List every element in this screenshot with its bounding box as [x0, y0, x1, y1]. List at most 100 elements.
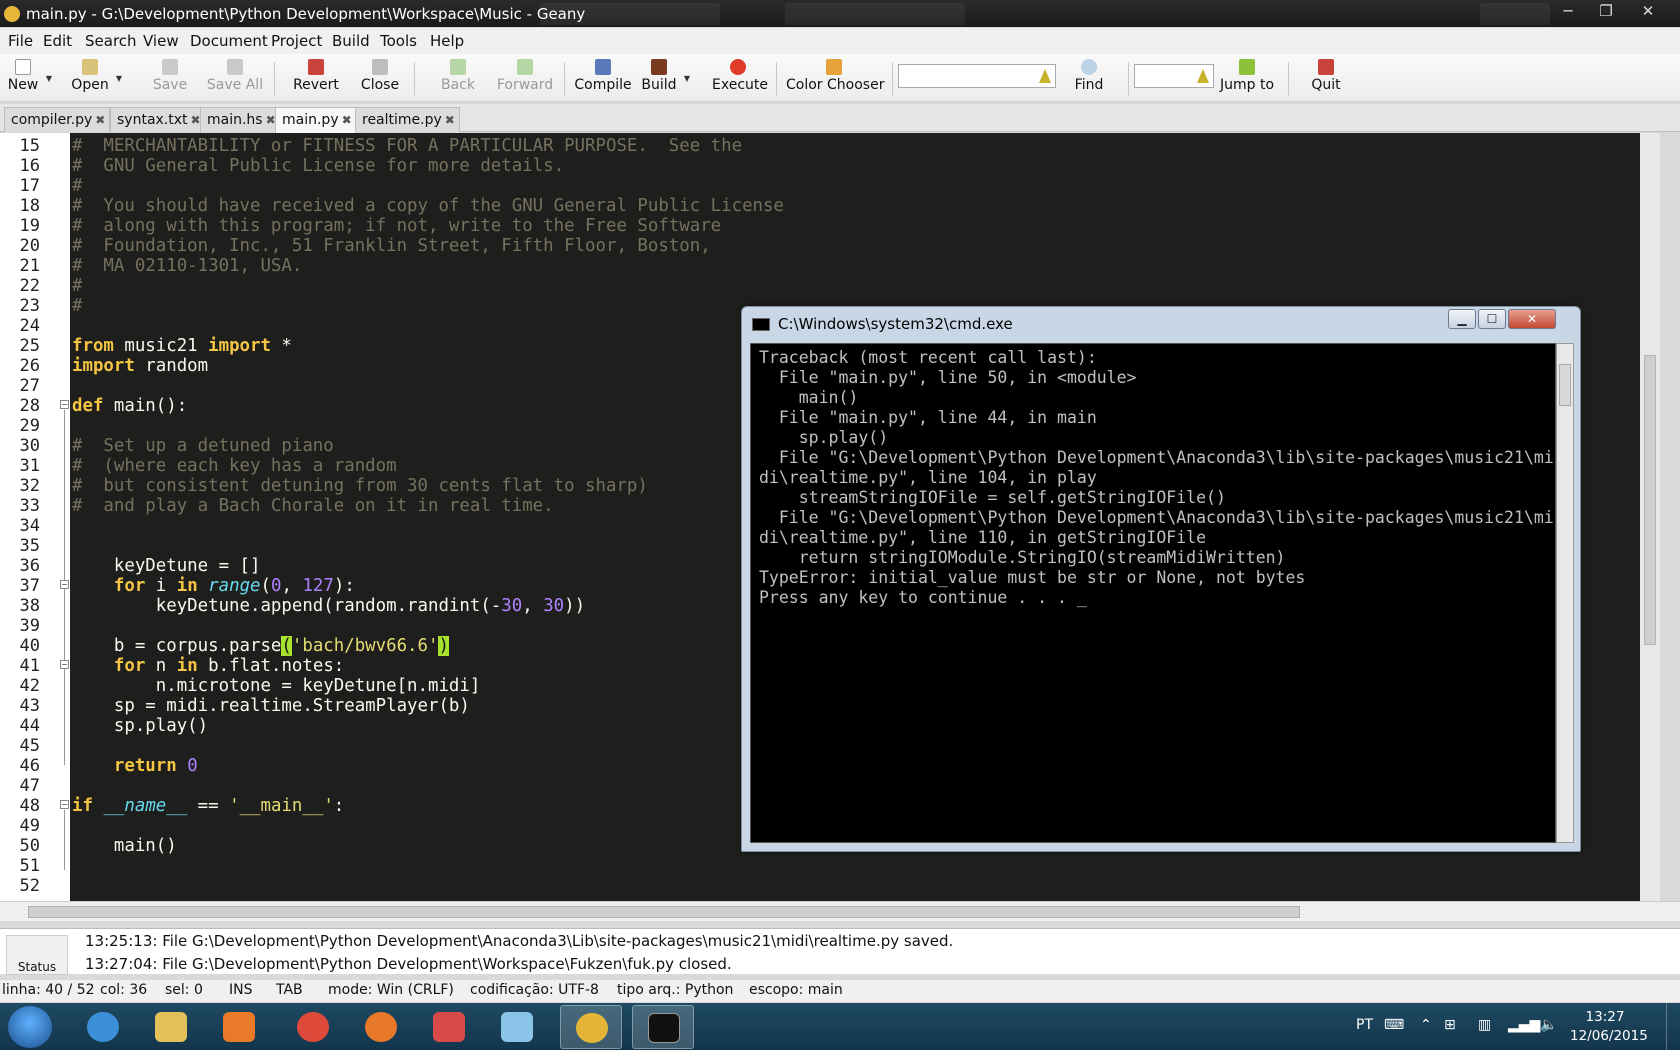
scrollbar-thumb[interactable] — [1644, 355, 1656, 645]
show-hidden-icons-icon[interactable]: ⌃ — [1420, 1017, 1432, 1033]
menu-help[interactable]: Help — [430, 32, 464, 50]
tab-main-hs[interactable]: main.hs ✖ — [200, 107, 281, 132]
quit-button[interactable]: Quit — [1308, 56, 1344, 100]
chevron-down-icon[interactable]: ▼ — [46, 74, 52, 83]
volume-icon[interactable]: 🔈 — [1540, 1017, 1557, 1033]
editor-horizontal-scrollbar[interactable] — [0, 901, 1680, 921]
menu-file[interactable]: File — [8, 32, 33, 50]
color-palette-icon — [826, 59, 842, 75]
line-number: 27 — [19, 376, 40, 396]
code-line: # Foundation, Inc., 51 Franklin Street, … — [72, 236, 711, 256]
line-number: 51 — [19, 856, 40, 876]
save-button[interactable]: Save — [152, 56, 188, 100]
line-number: 16 — [19, 156, 40, 176]
close-button[interactable]: Close — [360, 56, 400, 100]
language-indicator[interactable]: PT — [1356, 1017, 1373, 1033]
compile-button[interactable]: Compile — [574, 56, 632, 100]
menu-search[interactable]: Search — [85, 32, 137, 50]
folder-icon — [155, 1012, 187, 1042]
new-button[interactable]: New ▼ — [6, 56, 52, 100]
fold-marker-icon[interactable]: − — [60, 800, 69, 809]
forward-arrow-icon — [517, 59, 533, 75]
console-output[interactable]: Traceback (most recent call last): File … — [750, 343, 1556, 843]
tab-syntax-txt[interactable]: syntax.txt ✖ — [110, 107, 206, 132]
minimize-icon[interactable]: ─ — [1550, 0, 1586, 24]
cmd-maximize-button[interactable]: ☐ — [1478, 309, 1506, 329]
jump-to-line-input[interactable] — [1134, 64, 1214, 88]
revert-button[interactable]: Revert — [292, 56, 340, 100]
fold-marker-icon[interactable]: − — [60, 400, 69, 409]
taskbar-calculator[interactable] — [418, 1005, 480, 1049]
line-number: 40 — [19, 636, 40, 656]
clock[interactable]: 13:27 12/06/2015 — [1570, 1008, 1648, 1046]
maximize-icon[interactable]: ❐ — [1588, 0, 1624, 24]
open-button[interactable]: Open ▼ — [70, 56, 122, 100]
jump-to-button[interactable]: Jump to — [1218, 56, 1276, 100]
taskbar-file-explorer[interactable] — [140, 1005, 202, 1049]
menu-view[interactable]: View — [143, 32, 179, 50]
line-number: 36 — [19, 556, 40, 576]
forward-button[interactable]: Forward — [496, 56, 554, 100]
close-tab-icon[interactable]: ✖ — [342, 113, 352, 127]
menu-project[interactable]: Project — [271, 32, 322, 50]
close-tab-icon[interactable]: ✖ — [445, 113, 455, 127]
code-line: def main(): — [72, 396, 188, 416]
code-line: keyDetune = [] — [72, 556, 261, 576]
execute-button[interactable]: Execute — [712, 56, 768, 100]
menu-document[interactable]: Document — [190, 32, 268, 50]
search-input[interactable] — [898, 64, 1056, 88]
tab-realtime-py[interactable]: realtime.py ✖ — [355, 107, 460, 132]
cmd-window[interactable]: C:\Windows\system32\cmd.exe ▁ ☐ ✕ Traceb… — [741, 306, 1581, 852]
menu-edit[interactable]: Edit — [43, 32, 72, 50]
taskbar-internet-explorer[interactable] — [72, 1005, 134, 1049]
line-number: 31 — [19, 456, 40, 476]
menu-build[interactable]: Build — [332, 32, 370, 50]
taskbar-media-player[interactable] — [208, 1005, 270, 1049]
status-col: col: 36 — [100, 982, 148, 998]
clear-icon[interactable] — [1039, 69, 1051, 83]
code-line: # MERCHANTABILITY or FITNESS FOR A PARTI… — [72, 136, 743, 156]
chevron-down-icon[interactable]: ▼ — [684, 74, 690, 83]
start-button[interactable] — [8, 1006, 52, 1048]
line-number: 33 — [19, 496, 40, 516]
cmd-minimize-button[interactable]: ▁ — [1448, 309, 1476, 329]
menu-tools[interactable]: Tools — [380, 32, 417, 50]
code-line: for i in range(0, 127): — [113, 576, 355, 596]
taskbar-notepad[interactable] — [486, 1005, 548, 1049]
color-chooser-button[interactable]: Color Chooser — [786, 56, 884, 100]
close-window-icon[interactable]: ✕ — [1630, 0, 1666, 24]
taskbar-chrome[interactable] — [282, 1005, 344, 1049]
network-icon[interactable]: ▥ — [1478, 1017, 1491, 1033]
editor-vertical-scrollbar[interactable] — [1640, 133, 1660, 901]
cmd-vertical-scrollbar[interactable] — [1556, 343, 1574, 843]
line-number: 18 — [19, 196, 40, 216]
menu-bar: File Edit Search View Document Project B… — [0, 28, 1680, 54]
tab-status[interactable]: Status — [6, 935, 68, 975]
save-all-button[interactable]: Save All — [206, 56, 264, 100]
cmd-close-button[interactable]: ✕ — [1508, 309, 1556, 329]
fold-marker-icon[interactable]: − — [60, 660, 69, 669]
fold-marker-icon[interactable]: − — [60, 580, 69, 589]
taskbar-firefox[interactable] — [350, 1005, 412, 1049]
back-button[interactable]: Back — [440, 56, 476, 100]
keyboard-icon[interactable]: ⌨ — [1384, 1017, 1404, 1033]
tab-main-py[interactable]: main.py ✖ — [275, 107, 357, 133]
background-window-ghost — [1480, 3, 1550, 25]
code-line: return 0 — [113, 756, 198, 776]
line-number: 23 — [19, 296, 40, 316]
chevron-down-icon[interactable]: ▼ — [116, 74, 122, 83]
find-button[interactable]: Find — [1072, 56, 1106, 100]
code-line: for n in b.flat.notes: — [113, 656, 345, 676]
build-button[interactable]: Build ▼ — [640, 56, 690, 100]
close-tab-icon[interactable]: ✖ — [95, 113, 105, 127]
revert-icon — [308, 59, 324, 75]
taskbar-geany[interactable] — [560, 1005, 622, 1049]
windows-flag-icon[interactable]: ⊞ — [1444, 1017, 1456, 1033]
signal-icon[interactable]: ▂▄▆ — [1508, 1017, 1540, 1033]
show-desktop-button[interactable] — [1666, 1003, 1680, 1050]
tab-compiler-py[interactable]: compiler.py ✖ — [4, 107, 111, 132]
taskbar-cmd[interactable] — [632, 1005, 694, 1049]
clear-icon[interactable] — [1197, 69, 1209, 83]
scrollbar-thumb[interactable] — [28, 906, 1300, 918]
scrollbar-thumb[interactable] — [1559, 364, 1571, 406]
